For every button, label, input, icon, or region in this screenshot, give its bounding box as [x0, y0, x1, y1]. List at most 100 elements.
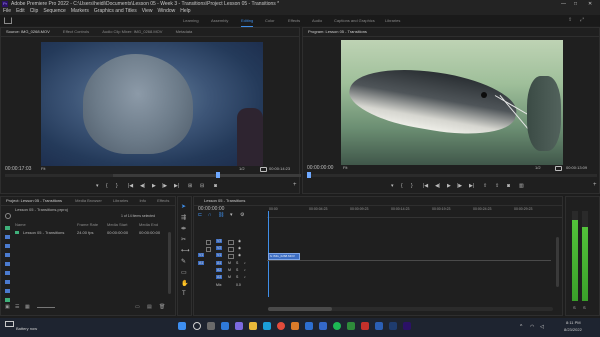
- selection-tool-icon[interactable]: ➤: [181, 203, 186, 210]
- step-forward-icon[interactable]: |▶: [162, 183, 167, 189]
- menu-graphics[interactable]: Graphics and Titles: [94, 8, 137, 14]
- workspace-audio[interactable]: Audio: [312, 15, 322, 26]
- marker-icon[interactable]: ▾: [96, 183, 99, 189]
- source-timecode[interactable]: 00:00:17:03: [5, 165, 31, 173]
- word-icon[interactable]: [375, 322, 383, 330]
- source-patch-a1[interactable]: A1: [198, 261, 205, 265]
- premiere-icon[interactable]: [403, 322, 411, 330]
- extract-icon[interactable]: ⇪: [495, 183, 499, 189]
- mark-in-icon[interactable]: {: [106, 183, 108, 189]
- track-mix[interactable]: Mix 0.0: [198, 283, 266, 290]
- tab-effect-controls[interactable]: Effect Controls: [63, 29, 89, 34]
- rectangle-tool-icon[interactable]: ▭: [181, 269, 187, 276]
- program-go-to-out-icon[interactable]: ▶|: [469, 183, 474, 189]
- spotify-icon[interactable]: [333, 322, 341, 330]
- menu-view[interactable]: View: [142, 8, 153, 14]
- tab-effects[interactable]: Effects: [157, 198, 169, 203]
- menu-help[interactable]: Help: [180, 8, 190, 14]
- program-step-forward-icon[interactable]: |▶: [457, 183, 462, 189]
- play-icon[interactable]: ▶: [152, 183, 156, 189]
- acrobat-icon[interactable]: [361, 322, 369, 330]
- expand-icon[interactable]: ⤢: [580, 18, 584, 23]
- program-timecode[interactable]: 00:00:00:00: [307, 164, 333, 172]
- tab-audio-clip-mixer[interactable]: Audio Clip Mixer: IMG_0268.MOV: [102, 29, 162, 34]
- mic-icon[interactable]: ♪: [244, 268, 246, 272]
- new-item-icon[interactable]: ▤: [147, 304, 152, 310]
- comparison-view-icon[interactable]: ▥: [519, 183, 524, 189]
- program-playhead[interactable]: [307, 172, 311, 178]
- source-resolution-select[interactable]: 1/2: [239, 165, 245, 173]
- solo-icon[interactable]: S: [236, 261, 238, 265]
- home-icon[interactable]: [4, 17, 12, 24]
- zoom-slider[interactable]: [37, 307, 55, 308]
- volume-icon[interactable]: ◁: [540, 324, 544, 330]
- close-button[interactable]: ✕: [588, 0, 592, 8]
- time-ruler[interactable]: 00:00 00:00:04:23 00:00:09:23 00:00:14:2…: [267, 207, 562, 218]
- program-mark-out-icon[interactable]: }: [411, 183, 413, 189]
- project-search-icon[interactable]: [5, 213, 11, 219]
- menu-sequence[interactable]: Sequence: [43, 8, 66, 14]
- linked-selection-icon[interactable]: ⛓: [218, 212, 224, 218]
- snap-icon[interactable]: ∩: [208, 212, 212, 218]
- list-view-icon[interactable]: ☰: [15, 304, 19, 310]
- meter-solo-right[interactable]: S: [583, 305, 586, 310]
- track-a1[interactable]: A1 A1 M S ♪: [198, 261, 266, 268]
- column-media-end[interactable]: Media End: [139, 222, 158, 227]
- column-name[interactable]: Name: [15, 222, 26, 227]
- tray-chevron-icon[interactable]: ^: [520, 324, 522, 330]
- widgets-icon[interactable]: [221, 322, 229, 330]
- slip-tool-icon[interactable]: ⟷: [181, 247, 190, 254]
- lift-icon[interactable]: ⇧: [483, 183, 487, 189]
- tab-media-browser[interactable]: Media Browser: [75, 198, 102, 203]
- workspace-effects[interactable]: Effects: [288, 15, 300, 26]
- column-media-start[interactable]: Media Start: [107, 222, 127, 227]
- lock-icon[interactable]: ▣: [5, 304, 10, 310]
- photos-icon[interactable]: [291, 322, 299, 330]
- edge-icon[interactable]: [263, 322, 271, 330]
- mute-icon[interactable]: M: [228, 268, 231, 272]
- insert-icon[interactable]: ⊞: [188, 183, 192, 189]
- program-resolution-select[interactable]: 1/2: [535, 164, 541, 172]
- program-step-back-icon[interactable]: ◀|: [435, 183, 440, 189]
- trash-icon[interactable]: 🗑: [159, 304, 165, 310]
- menu-file[interactable]: File: [3, 8, 11, 14]
- mark-out-icon[interactable]: }: [116, 183, 118, 189]
- chat-icon[interactable]: [235, 322, 243, 330]
- program-marker-icon[interactable]: ▾: [391, 183, 394, 189]
- export-frame-icon[interactable]: ◙: [214, 183, 217, 189]
- tab-program[interactable]: Program: Lesson 05 - Transitions: [308, 29, 367, 34]
- timeline-settings-icon[interactable]: ⚙: [240, 212, 244, 218]
- maximize-button[interactable]: □: [574, 0, 577, 8]
- windows-start-icon[interactable]: [178, 322, 186, 330]
- program-add-button-icon[interactable]: +: [593, 182, 597, 188]
- timeline-vertical-scrollbar[interactable]: [556, 237, 559, 287]
- mic-icon[interactable]: ♪: [244, 261, 246, 265]
- tab-libraries[interactable]: Libraries: [113, 198, 128, 203]
- meter-solo-left[interactable]: S: [573, 305, 576, 310]
- workspace-captions[interactable]: Captions and Graphics: [334, 15, 375, 26]
- ripple-edit-tool-icon[interactable]: ⇹: [181, 225, 186, 232]
- tray-time[interactable]: 8:11 PM: [566, 320, 581, 325]
- razor-tool-icon[interactable]: ✂: [181, 236, 186, 243]
- track-a3[interactable]: A3 M S ♪: [198, 275, 266, 282]
- hand-tool-icon[interactable]: ✋: [181, 280, 188, 287]
- wrench-icon[interactable]: [260, 167, 267, 172]
- tab-project[interactable]: Project: Lesson 05 - Transitions: [6, 198, 62, 203]
- task-view-icon[interactable]: [207, 322, 215, 330]
- track-a2[interactable]: A2 M S ♪: [198, 268, 266, 275]
- nest-icon[interactable]: ⊏: [198, 212, 202, 218]
- overwrite-icon[interactable]: ⊟: [200, 183, 204, 189]
- store-icon[interactable]: [305, 322, 313, 330]
- workspace-color[interactable]: Color: [265, 15, 275, 26]
- program-export-frame-icon[interactable]: ◙: [507, 183, 510, 189]
- lock-track-icon[interactable]: [206, 247, 211, 252]
- type-tool-icon[interactable]: T: [182, 291, 186, 297]
- track-v3[interactable]: V3 ◉: [198, 239, 266, 246]
- eye-icon[interactable]: ◉: [238, 253, 241, 257]
- column-frame-rate[interactable]: Frame Rate: [77, 222, 98, 227]
- pen-tool-icon[interactable]: ✎: [181, 258, 186, 265]
- mute-icon[interactable]: M: [228, 261, 231, 265]
- project-scrollbar[interactable]: [168, 232, 171, 294]
- menu-clip[interactable]: Clip: [30, 8, 39, 14]
- icon-view-icon[interactable]: ▦: [25, 304, 30, 310]
